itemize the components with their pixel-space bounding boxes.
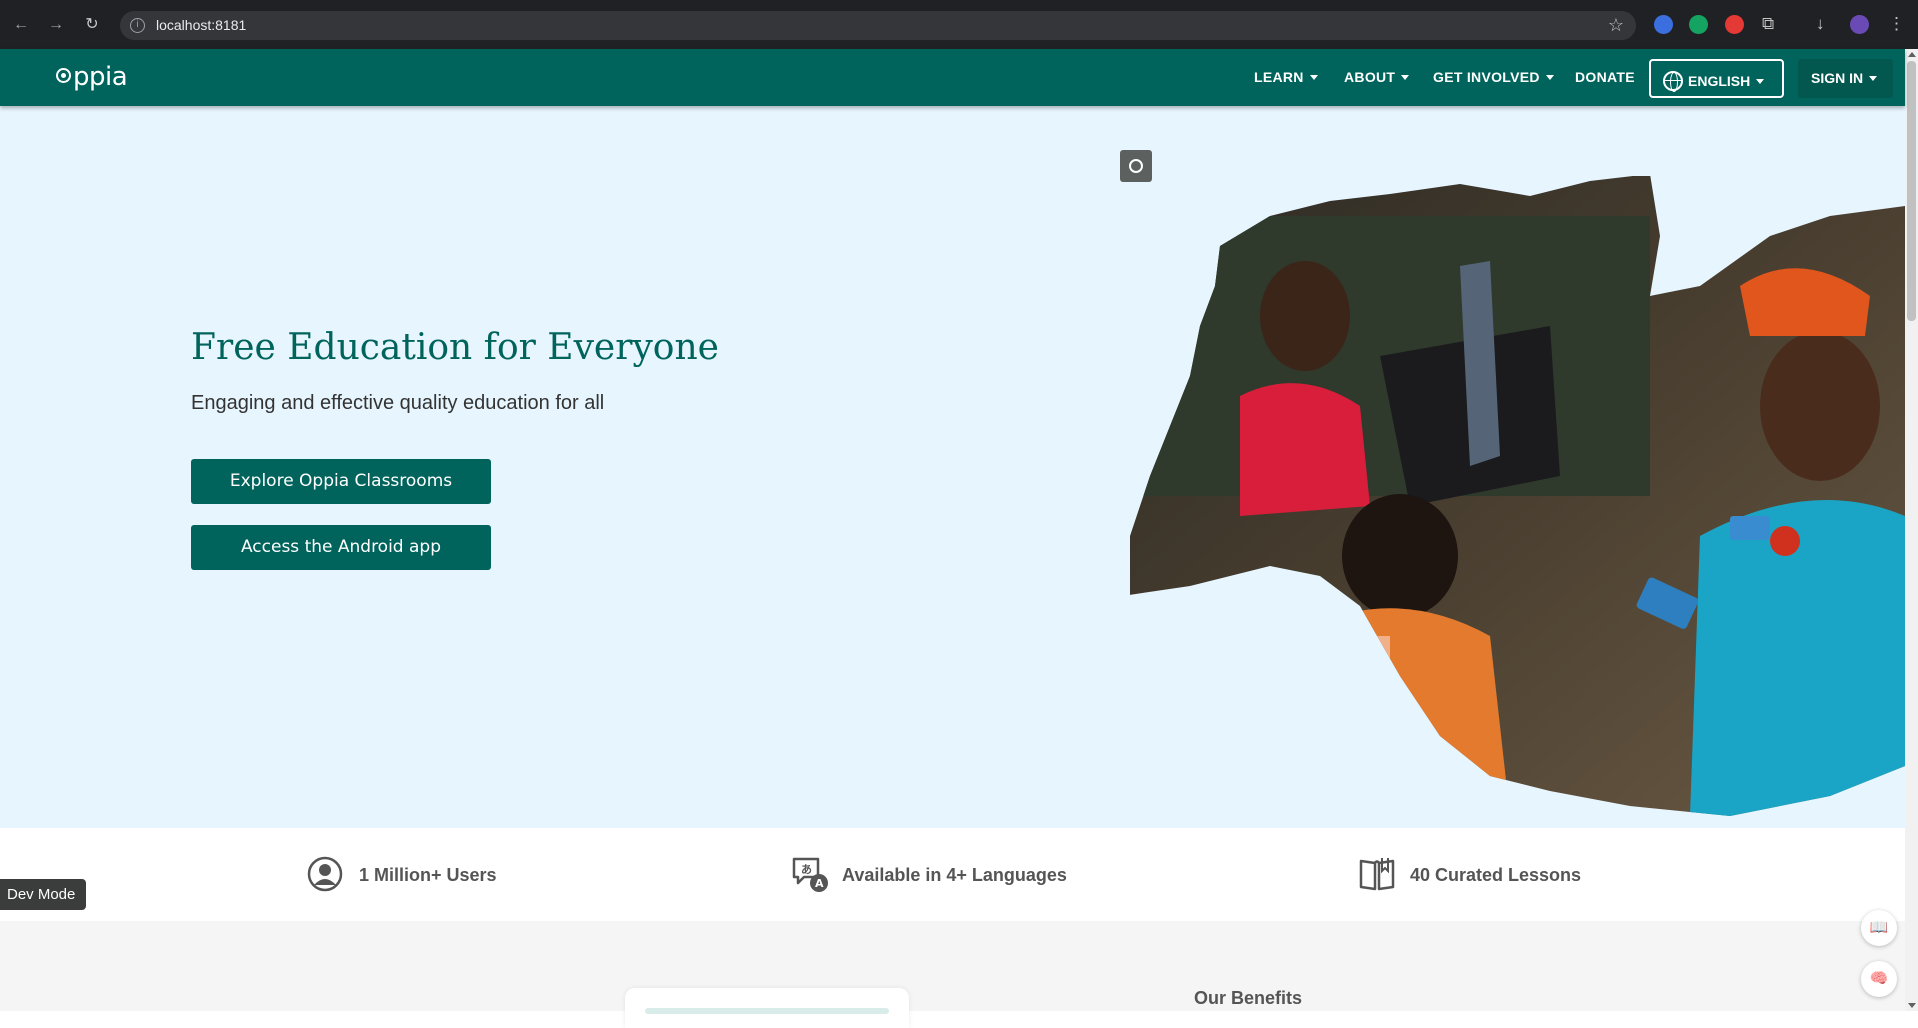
oppia-logo[interactable]: ppia [56,62,128,92]
reload-icon[interactable]: ↻ [81,14,103,36]
top-navigation: ppia LEARN ABOUT GET INVOLVED DONATE ENG… [0,49,1905,106]
extension-icon-3[interactable] [1725,15,1744,34]
download-icon[interactable]: ↓ [1816,14,1825,34]
hero-subtitle: Engaging and effective quality education… [191,392,605,414]
scrollbar-thumb[interactable] [1907,61,1916,321]
stat-languages-label: Available in 4+ Languages [842,865,1067,885]
android-app-button[interactable]: Access the Android app [191,525,491,570]
nav-about[interactable]: ABOUT [1344,69,1410,85]
book-icon[interactable]: 📖 [1861,910,1897,946]
grammarly-icon[interactable] [1689,15,1708,34]
page-scrollbar[interactable] [1905,49,1918,1011]
browser-menu-icon[interactable]: ⋮ [1888,14,1905,34]
chevron-down-icon [1401,75,1410,80]
puzzle-icon[interactable]: ⧉ [1762,14,1774,34]
benefits-heading: Our Benefits [1194,988,1303,1008]
oppia-mark-icon [56,68,71,83]
site-info-icon[interactable]: i [130,18,145,33]
forward-icon[interactable]: → [45,14,67,36]
dev-mode-badge: Dev Mode [0,879,86,910]
svg-text:A: A [815,877,824,890]
brain-icon[interactable]: 🧠 [1861,961,1897,997]
back-icon[interactable]: ← [10,14,32,36]
address-bar[interactable]: i localhost:8181 ☆ [120,11,1636,40]
stats-bar: 1 Million+ Users あ A Available in 4+ Lan… [0,828,1905,921]
scroll-up-icon[interactable] [1908,52,1916,57]
nav-donate[interactable]: DONATE [1575,69,1635,85]
stat-users-label: 1 Million+ Users [359,865,497,885]
stat-lessons-label: 40 Curated Lessons [1410,865,1582,885]
chevron-down-icon [1309,75,1318,80]
open-book-icon [1359,858,1395,891]
svg-text:あ: あ [801,863,812,876]
chevron-down-icon [1869,76,1878,81]
hero-photo [1130,176,1905,816]
extension-icon-1[interactable] [1654,15,1673,34]
nav-get-involved[interactable]: GET INVOLVED [1433,69,1554,85]
benefits-section: Our Benefits [0,921,1905,1028]
chevron-down-icon [1545,75,1554,80]
hero-section: Free Education for Everyone Engaging and… [0,106,1905,828]
chevron-down-icon [1756,79,1765,84]
profile-avatar[interactable] [1850,15,1869,34]
user-circle-icon [307,856,343,892]
language-selector[interactable]: ENGLISH [1649,59,1784,98]
explore-classrooms-button[interactable]: Explore Oppia Classrooms [191,459,491,504]
benefits-card [625,988,909,1028]
nav-learn[interactable]: LEARN [1254,69,1318,85]
scroll-down-icon[interactable] [1908,1003,1916,1008]
url-text[interactable]: localhost:8181 [156,17,246,33]
language-label: ENGLISH [1688,73,1751,89]
hero-title: Free Education for Everyone [191,327,719,368]
sign-in-button[interactable]: SIGN IN [1798,59,1893,98]
browser-toolbar: ← → ↻ i localhost:8181 ☆ ⧉ ↓ ⋮ [0,0,1918,49]
bookmark-star-icon[interactable]: ☆ [1608,15,1624,36]
brand-text: ppia [73,62,128,92]
translate-icon: あ A [792,857,828,892]
globe-icon [1663,71,1683,92]
